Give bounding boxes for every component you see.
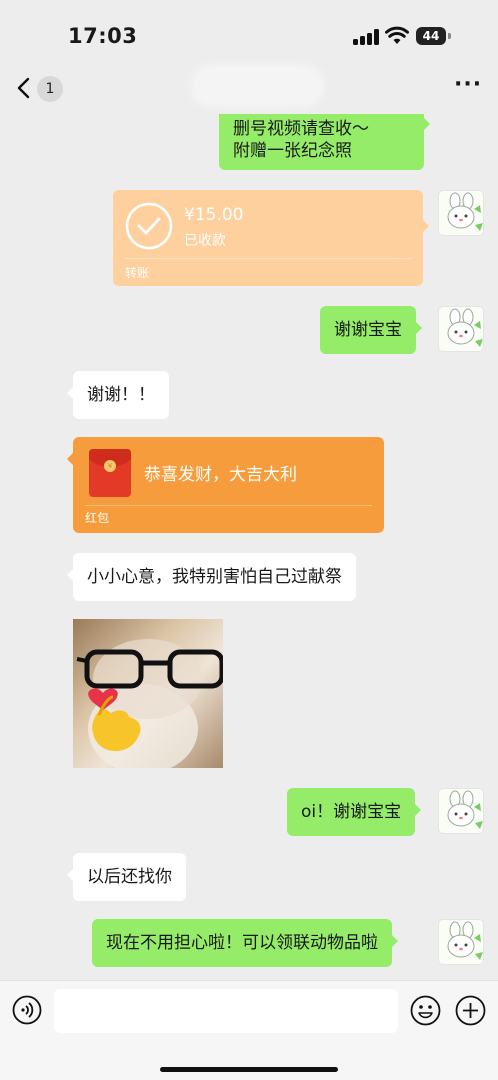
my-avatar[interactable] xyxy=(438,190,484,236)
my-avatar[interactable] xyxy=(438,788,484,834)
transfer-amount: ¥15.00 xyxy=(184,205,244,225)
transfer-card[interactable]: ¥15.00 已收款 转账 xyxy=(113,190,429,286)
check-circle-icon xyxy=(125,202,173,250)
bunny-avatar-icon xyxy=(447,790,483,829)
message-text: 谢谢！！ xyxy=(87,385,155,405)
message-text: 以后还找你 xyxy=(87,867,172,887)
bunny-avatar-icon xyxy=(447,921,483,960)
my-avatar[interactable] xyxy=(438,919,484,965)
red-packet-card[interactable]: ¥ 恭喜发财，大吉大利 红包 xyxy=(67,437,384,533)
contact-name-redacted xyxy=(190,64,325,108)
red-packet-greeting: 恭喜发财，大吉大利 xyxy=(144,465,297,485)
emoji-icon[interactable] xyxy=(410,995,441,1026)
message-text-line: 删号视频请查收～ xyxy=(233,119,369,139)
message-text-line: 附赠一张纪念照 xyxy=(233,141,352,161)
more-icon[interactable]: ··· xyxy=(454,74,481,100)
message-text: 小小心意，我特别害怕自己过献祭 xyxy=(87,567,342,587)
chat-history[interactable]: 删号视频请查收～ 附赠一张纪念照 ¥15.00 已收款 转账 谢谢宝宝 谢谢！！… xyxy=(0,114,498,980)
red-envelope-icon: ¥ xyxy=(89,449,131,497)
sticker-image[interactable] xyxy=(73,619,223,768)
red-packet-label: 红包 xyxy=(85,511,110,525)
divider xyxy=(125,258,411,259)
status-time: 17:03 xyxy=(68,24,138,48)
status-bar: 17:03 44 xyxy=(0,0,498,62)
signal-icon xyxy=(353,29,379,45)
message-text: 谢谢宝宝 xyxy=(334,320,402,340)
cat-glasses-heart-sticker xyxy=(76,639,223,768)
back-chevron-icon[interactable] xyxy=(14,76,36,100)
plus-icon[interactable] xyxy=(455,995,486,1026)
their-message-bubble[interactable]: 谢谢！！ xyxy=(67,371,169,419)
message-text: 现在不用担心啦！可以领联动物品啦 xyxy=(106,933,378,953)
home-indicator xyxy=(160,1067,338,1072)
bunny-avatar-icon xyxy=(447,308,483,347)
transfer-label: 转账 xyxy=(125,266,150,280)
bunny-avatar-icon xyxy=(447,192,483,231)
unread-count-badge[interactable]: 1 xyxy=(37,76,63,102)
my-message-bubble[interactable]: 删号视频请查收～ 附赠一张纪念照 xyxy=(219,114,430,170)
their-message-bubble[interactable]: 以后还找你 xyxy=(67,853,186,901)
my-message-bubble[interactable]: 谢谢宝宝 xyxy=(320,306,422,354)
my-avatar[interactable] xyxy=(438,306,484,352)
input-bar xyxy=(0,980,498,1080)
message-text: oi！谢谢宝宝 xyxy=(301,802,402,822)
voice-icon[interactable] xyxy=(12,995,42,1025)
transfer-status: 已收款 xyxy=(184,233,226,249)
their-message-bubble[interactable]: 小小心意，我特别害怕自己过献祭 xyxy=(67,553,356,601)
wifi-icon xyxy=(385,26,409,44)
my-message-bubble[interactable]: 现在不用担心啦！可以领联动物品啦 xyxy=(92,919,398,967)
divider xyxy=(85,505,372,506)
message-input[interactable] xyxy=(54,989,398,1033)
my-message-bubble[interactable]: oi！谢谢宝宝 xyxy=(287,788,422,836)
chat-nav-bar: 1 ··· xyxy=(0,62,498,114)
battery-icon: 44 xyxy=(416,27,451,45)
